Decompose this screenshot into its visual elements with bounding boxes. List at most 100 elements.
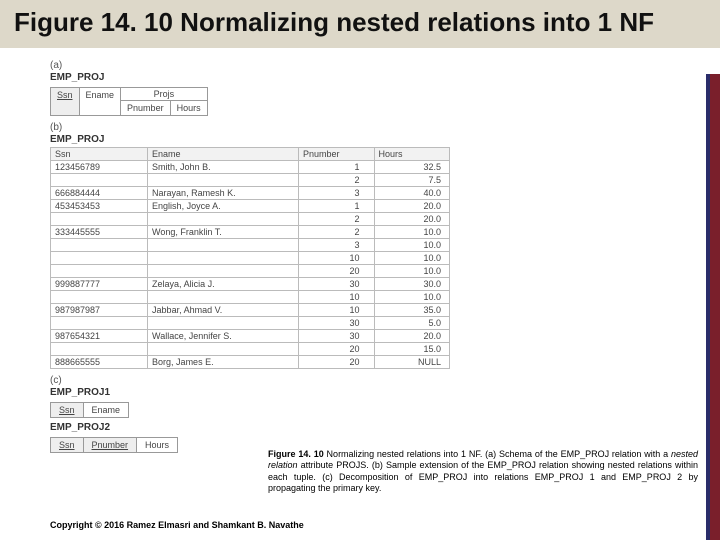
table-cell: Zelaya, Alicia J. [148,277,299,290]
table-cell: 333445555 [51,225,148,238]
table-cell [148,238,299,251]
table-cell [148,290,299,303]
caption-body: Normalizing nested relations into 1 NF. … [324,449,671,459]
part-c-label: (c) [50,375,704,386]
table-cell: 10.0 [374,251,450,264]
table-cell: 20.0 [374,329,450,342]
table-cell: 30.0 [374,277,450,290]
table-cell: 20 [299,342,374,355]
schema-emp-proj1: SsnEname [50,402,129,418]
table-cell: 2 [299,173,374,186]
table-cell [51,316,148,329]
table-cell: 10 [299,290,374,303]
table-cell [51,264,148,277]
table-row: 999887777Zelaya, Alicia J.3030.0 [51,277,450,290]
table-cell: Borg, James E. [148,355,299,368]
table-cell: 123456789 [51,160,148,173]
table-cell: 888665555 [51,355,148,368]
table-cell: 10.0 [374,290,450,303]
table-cell: 30 [299,277,374,290]
part-a-relname: EMP_PROJ [50,72,704,83]
table-cell: 666884444 [51,186,148,199]
table-row: 123456789Smith, John B.132.5 [51,160,450,173]
table-cell: 5.0 [374,316,450,329]
table-row: 333445555Wong, Franklin T.210.0 [51,225,450,238]
ep1-ssn: Ssn [51,403,84,417]
table-row: 987987987Jabbar, Ahmad V.1035.0 [51,303,450,316]
table-cell [51,173,148,186]
table-cell: 3 [299,238,374,251]
table-cell: 453453453 [51,199,148,212]
table-row: 305.0 [51,316,450,329]
table-cell: Wong, Franklin T. [148,225,299,238]
table-cell: 30 [299,329,374,342]
table-cell [51,290,148,303]
figure-caption: Figure 14. 10 Normalizing nested relatio… [268,449,698,494]
th-pnumber: Pnumber [299,147,374,160]
part-c: (c) EMP_PROJ1 SsnEname EMP_PROJ2 SsnPnum… [50,375,704,457]
table-cell [51,251,148,264]
caption-rest: attribute PROJS. (b) Sample extension of… [268,460,698,493]
table-cell: 10.0 [374,238,450,251]
ep1-ename: Ename [84,403,129,417]
table-row: 453453453English, Joyce A.120.0 [51,199,450,212]
part-c-rel1-name: EMP_PROJ1 [50,387,704,398]
table-cell: 2 [299,225,374,238]
table-row: 27.5 [51,173,450,186]
ep2-ssn: Ssn [51,438,84,452]
table-cell: 15.0 [374,342,450,355]
table-row: 220.0 [51,212,450,225]
table-cell [51,342,148,355]
th-ssn: Ssn [51,147,148,160]
table-cell: 40.0 [374,186,450,199]
table-cell: 10 [299,303,374,316]
ep2-hours: Hours [137,438,177,452]
table-cell: 1 [299,199,374,212]
part-b-relname: EMP_PROJ [50,134,704,145]
table-row: 2010.0 [51,264,450,277]
table-cell: 987654321 [51,329,148,342]
col-projs-group: Projs Pnumber Hours [121,88,207,115]
table-cell: Jabbar, Ahmad V. [148,303,299,316]
ep2-pnumber: Pnumber [84,438,138,452]
emp-proj-table: Ssn Ename Pnumber Hours 123456789Smith, … [50,147,450,369]
table-cell: English, Joyce A. [148,199,299,212]
table-cell [148,251,299,264]
table-cell [148,342,299,355]
table-cell: Smith, John B. [148,160,299,173]
table-cell: 35.0 [374,303,450,316]
table-row: 1010.0 [51,251,450,264]
title-bar: Figure 14. 10 Normalizing nested relatio… [0,0,720,48]
table-cell [148,316,299,329]
col-hours: Hours [171,101,207,115]
th-hours: Hours [374,147,450,160]
table-cell: 2 [299,212,374,225]
table-cell [51,238,148,251]
table-cell: 30 [299,316,374,329]
caption-lead: Figure 14. 10 [268,449,324,459]
table-cell: 3 [299,186,374,199]
table-row: 666884444Narayan, Ramesh K.340.0 [51,186,450,199]
part-a-label: (a) [50,60,704,71]
table-cell [148,264,299,277]
table-cell: 987987987 [51,303,148,316]
table-head-row: Ssn Ename Pnumber Hours [51,147,450,160]
col-pnumber: Pnumber [121,101,171,115]
table-cell: 1 [299,160,374,173]
col-projs: Projs [121,88,207,101]
copyright-text: Copyright © 2016 Ramez Elmasri and Shamk… [50,520,304,530]
part-b-label: (b) [50,122,704,133]
table-row: 310.0 [51,238,450,251]
table-cell [148,212,299,225]
table-cell: 10 [299,251,374,264]
table-row: 2015.0 [51,342,450,355]
schema-a: Ssn Ename Projs Pnumber Hours [50,87,208,116]
table-cell: NULL [374,355,450,368]
table-cell: Wallace, Jennifer S. [148,329,299,342]
slide: Figure 14. 10 Normalizing nested relatio… [0,0,720,540]
part-c-rel2-name: EMP_PROJ2 [50,422,704,433]
table-cell [51,212,148,225]
table-row: 987654321Wallace, Jennifer S.3020.0 [51,329,450,342]
table-cell: 10.0 [374,264,450,277]
table-cell: 32.5 [374,160,450,173]
